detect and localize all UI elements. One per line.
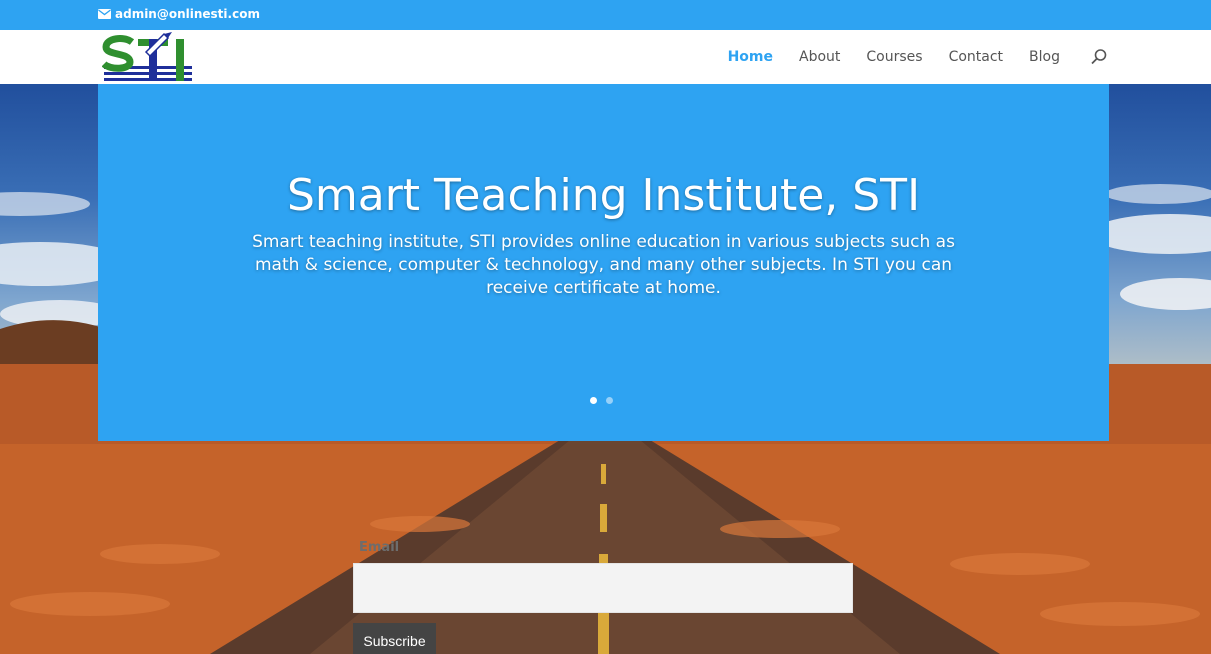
nav-courses[interactable]: Courses — [866, 49, 922, 65]
top-email[interactable]: admin@onlinesti.com — [98, 7, 260, 21]
nav-about[interactable]: About — [799, 49, 840, 65]
search-icon[interactable] — [1090, 48, 1108, 66]
site-header: Home About Courses Contact Blog — [0, 30, 1211, 84]
nav-home[interactable]: Home — [728, 49, 773, 65]
sti-logo[interactable] — [102, 32, 196, 84]
slider-dot-1[interactable] — [590, 397, 597, 404]
top-email-text[interactable]: admin@onlinesti.com — [115, 7, 260, 21]
mail-icon — [98, 9, 111, 19]
main-nav: Home About Courses Contact Blog — [728, 30, 1108, 84]
nav-contact[interactable]: Contact — [949, 49, 1003, 65]
nav-blog[interactable]: Blog — [1029, 49, 1060, 65]
top-bar: admin@onlinesti.com — [0, 0, 1211, 30]
email-field[interactable] — [353, 563, 853, 613]
subscribe-button[interactable]: Subscribe — [353, 623, 436, 654]
slider-pagination — [590, 397, 613, 404]
hero-slider: Smart Teaching Institute, STI Smart teac… — [98, 84, 1109, 441]
slide-description: Smart teaching institute, STI provides o… — [252, 232, 955, 298]
slider-dot-2[interactable] — [606, 397, 613, 404]
slide-title: Smart Teaching Institute, STI — [286, 170, 921, 221]
email-label: Email — [359, 540, 400, 555]
